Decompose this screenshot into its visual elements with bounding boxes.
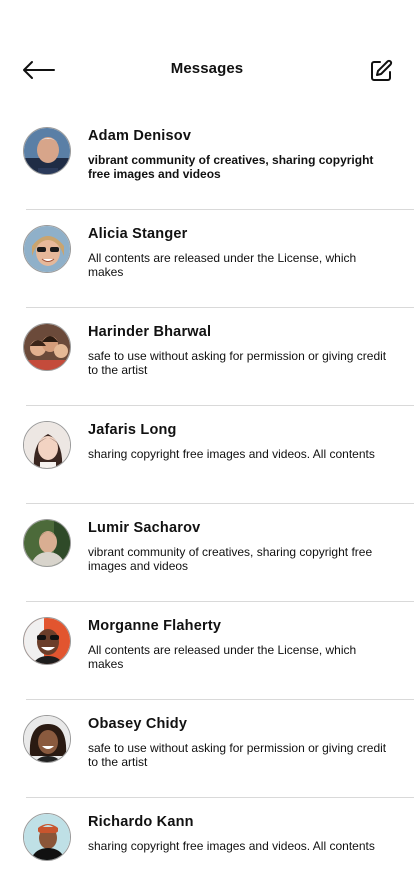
contact-name: Harinder Bharwal — [88, 324, 212, 340]
contact-name: Adam Denisov — [88, 128, 192, 144]
contact-name: Richardo Kann — [88, 814, 194, 830]
avatar — [23, 519, 71, 567]
edit-icon — [371, 59, 393, 81]
avatar — [23, 617, 71, 665]
conversation-item[interactable]: Alicia Stanger All contents are released… — [0, 210, 414, 308]
contact-name: Morganne Flaherty — [88, 618, 222, 634]
message-preview: vibrant community of creatives, sharing … — [88, 153, 374, 181]
contact-name: Alicia Stanger — [88, 226, 188, 242]
conversation-item[interactable]: Harinder Bharwal safe to use without ask… — [0, 308, 414, 406]
message-preview: vibrant community of creatives, sharing … — [88, 545, 373, 573]
conversation-item[interactable]: Morganne Flaherty All contents are relea… — [0, 602, 414, 700]
avatar — [23, 225, 71, 273]
message-preview: sharing copyright free images and videos… — [88, 839, 375, 853]
compose-button[interactable] — [368, 58, 394, 84]
message-preview: All contents are released under the Lice… — [88, 643, 357, 671]
message-preview: sharing copyright free images and videos… — [88, 447, 375, 461]
message-preview: safe to use without asking for permissio… — [88, 741, 387, 769]
conversation-list: Adam Denisov vibrant community of creati… — [0, 112, 414, 896]
contact-name: Obasey Chidy — [88, 716, 188, 732]
conversation-item[interactable]: Jafaris Long sharing copyright free imag… — [0, 406, 414, 504]
avatar — [23, 323, 71, 371]
message-preview: All contents are released under the Lice… — [88, 251, 357, 279]
conversation-item[interactable]: Lumir Sacharov vibrant community of crea… — [0, 504, 414, 602]
avatar — [23, 715, 71, 763]
avatar — [23, 127, 71, 175]
avatar — [23, 421, 71, 469]
contact-name: Jafaris Long — [88, 422, 177, 438]
conversation-item[interactable]: Obasey Chidy safe to use without asking … — [0, 700, 414, 798]
contact-name: Lumir Sacharov — [88, 520, 201, 536]
conversation-item[interactable]: Richardo Kann sharing copyright free ima… — [0, 798, 414, 896]
page-title: Messages — [170, 60, 244, 77]
message-preview: safe to use without asking for permissio… — [88, 349, 387, 377]
header: Messages — [0, 48, 414, 92]
conversation-item[interactable]: Adam Denisov vibrant community of creati… — [0, 112, 414, 210]
avatar — [23, 813, 71, 861]
